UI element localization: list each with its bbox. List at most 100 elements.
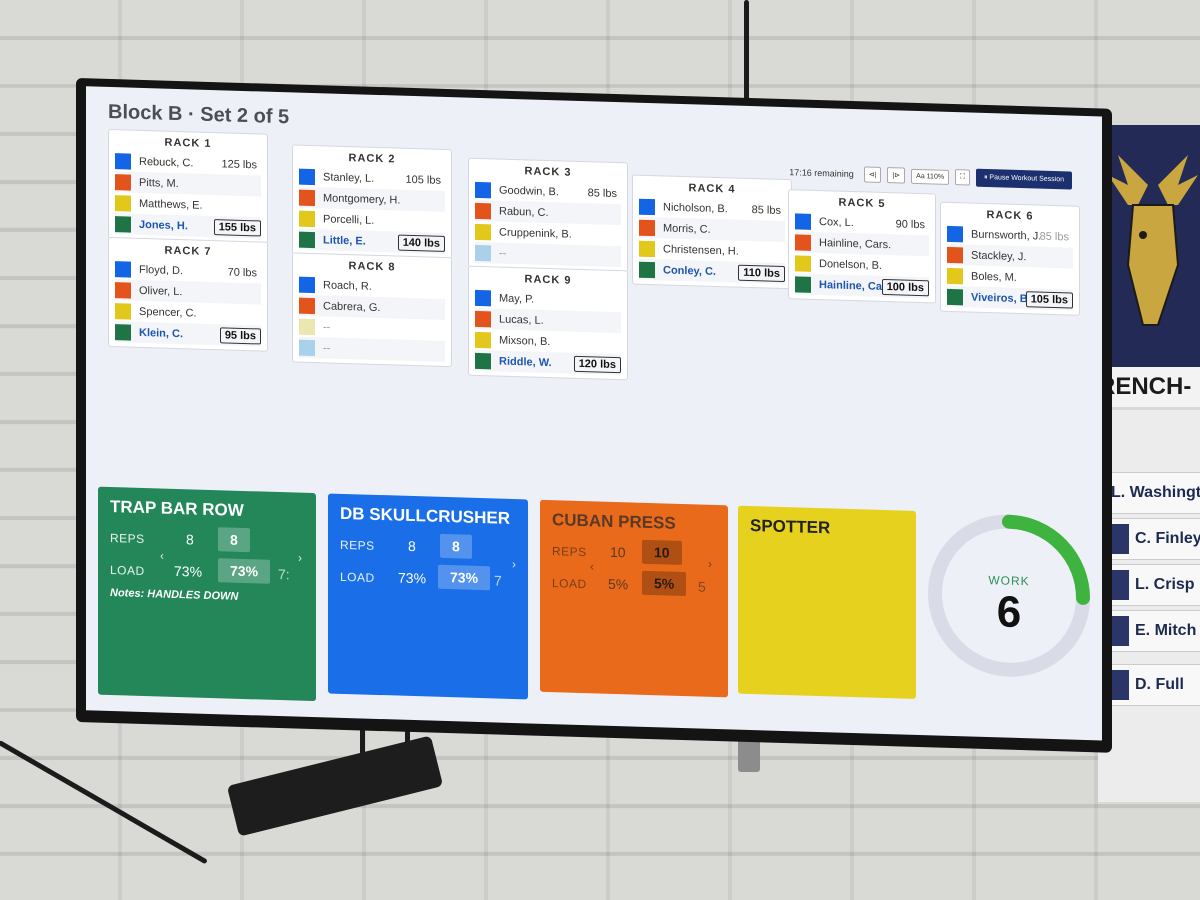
reps-current[interactable]: 8: [218, 527, 250, 553]
green-swatch: [639, 261, 655, 278]
reps-previous: 10: [610, 543, 626, 561]
reps-current[interactable]: 8: [440, 533, 472, 559]
exercise-name: TRAP BAR ROW: [110, 497, 244, 520]
member-name: Goodwin, B.: [499, 184, 559, 198]
green-swatch: [299, 231, 315, 248]
rack-weight: 105 lbs: [405, 173, 441, 187]
blue-swatch: [299, 168, 315, 185]
blue-swatch: [795, 212, 811, 230]
roster-name: L. Crisp: [1135, 576, 1195, 593]
rack-card: RACK 7 Floyd, D. 70 lbs Oliver, L. Spence…: [108, 236, 268, 352]
font-size-button[interactable]: Aa 110%: [911, 168, 950, 185]
rack-member-active: Little, E. 140 lbs: [299, 228, 445, 254]
rack-card: RACK 5 Cox, L. 90 lbs Hainline, Cars. Don…: [788, 189, 936, 304]
work-count: 6: [996, 587, 1022, 638]
member-name: Morris, C.: [663, 221, 711, 236]
chevron-right-icon[interactable]: ›: [298, 551, 302, 565]
reps-label: REPS: [110, 531, 145, 547]
member-name: --: [323, 341, 331, 355]
member-name: Stackley, J.: [971, 249, 1027, 263]
roster-item: E. Mitch: [1104, 610, 1200, 652]
exercise-card-trap-bar-row: TRAP BAR ROW REPS 8 8 LOAD 73% 73% 7: ‹ …: [98, 486, 316, 702]
fullscreen-button[interactable]: ⛶: [955, 169, 970, 186]
green-swatch: [795, 275, 811, 293]
green-swatch: [475, 352, 491, 369]
member-name: --: [323, 320, 331, 334]
yellow-swatch: [299, 210, 315, 227]
chevron-right-icon[interactable]: ›: [512, 557, 516, 571]
previous-button[interactable]: ⊲|: [863, 166, 882, 183]
time-remaining: 17:16 remaining: [789, 167, 854, 180]
load-previous: 5%: [608, 575, 629, 593]
yellow-swatch: [475, 223, 491, 240]
exercise-card-spotter: SPOTTER: [738, 505, 916, 699]
rack-member-empty: --: [475, 241, 621, 268]
member-name: Cruppenink, B.: [499, 226, 572, 241]
yellow-swatch: [795, 254, 811, 272]
session-controls: 17:16 remaining ⊲| |⊳ Aa 110% ⛶ ⏸ Pause …: [789, 163, 1072, 190]
next-button[interactable]: |⊳: [887, 167, 906, 184]
faint-yellow-swatch: [299, 318, 315, 335]
blue-swatch: [475, 289, 491, 306]
load-previous: 73%: [174, 562, 203, 580]
load-current[interactable]: 73%: [438, 564, 491, 591]
member-name: Lucas, L.: [499, 313, 544, 327]
rack-member-active: Klein, C. 95 lbs: [115, 321, 261, 347]
member-name: Roach, R.: [323, 278, 372, 293]
member-name: Christensen, H.: [663, 242, 739, 258]
orange-swatch: [795, 233, 811, 251]
rack-weight: 70 lbs: [227, 266, 257, 279]
wall-roster: L. Washington C. Finley L. Crisp E. Mitc…: [1098, 410, 1200, 802]
member-name: Donelson, B.: [819, 257, 882, 272]
member-name: Klein, C.: [139, 326, 184, 340]
rack-total: 100 lbs: [881, 278, 929, 296]
rack-card: RACK 2 Stanley, L. 105 lbs Montgomery, H.…: [292, 144, 452, 260]
member-name: --: [499, 247, 507, 260]
member-name: Rabun, C.: [499, 205, 549, 219]
rack-member-active: Jones, H. 155 lbs: [115, 213, 261, 239]
exercise-notes: Notes: HANDLES DOWN: [110, 587, 239, 603]
rack-weight: 85 lbs: [1039, 230, 1069, 243]
rack-member-active: Riddle, W. 120 lbs: [475, 349, 621, 376]
rack-card: RACK 8 Roach, R. Cabrera, G. -- --: [292, 252, 452, 368]
rack-card: RACK 1 Rebuck, C. 125 lbs Pitts, M. Matth…: [108, 128, 268, 244]
orange-swatch: [639, 219, 655, 236]
rack-weight: 85 lbs: [751, 203, 781, 217]
orange-swatch: [115, 173, 131, 191]
member-name: Cox, L.: [819, 215, 854, 229]
deer-mascot-icon: [1108, 155, 1198, 326]
rack-member-active: Hainline, Cart. 100 lbs: [795, 273, 929, 299]
rack-card: RACK 9 May, P. Lucas, L. Mixson, B. Ridd…: [468, 265, 628, 381]
member-name: Floyd, D.: [139, 263, 184, 277]
rack-total: 105 lbs: [1025, 290, 1073, 309]
member-name: Jones, H.: [139, 218, 188, 232]
rack-member-empty: --: [299, 336, 445, 362]
blue-swatch: [115, 260, 131, 278]
pause-workout-button[interactable]: ⏸ Pause Workout Session: [975, 168, 1072, 190]
chevron-left-icon[interactable]: ‹: [160, 548, 164, 562]
green-swatch: [115, 215, 131, 233]
exercise-name: CUBAN PRESS: [552, 510, 676, 533]
exercise-name: DB SKULLCRUSHER: [340, 503, 510, 528]
chevron-left-icon[interactable]: ‹: [590, 559, 594, 573]
member-name: Riddle, W.: [499, 355, 552, 369]
load-previous: 73%: [398, 569, 427, 587]
reps-current[interactable]: 10: [642, 539, 682, 565]
chevron-right-icon[interactable]: ›: [708, 557, 712, 571]
load-current[interactable]: 5%: [642, 570, 687, 597]
faint-blue-swatch: [299, 339, 315, 356]
reps-previous: 8: [408, 537, 416, 555]
load-next: 5: [698, 578, 706, 595]
load-current[interactable]: 73%: [218, 558, 271, 584]
blue-swatch: [947, 225, 963, 242]
member-name: Rebuck, C.: [139, 155, 194, 169]
rack-weight: 125 lbs: [221, 157, 257, 171]
green-swatch: [115, 323, 131, 341]
rack-member-active: Conley, C. 110 lbs: [639, 258, 785, 285]
rack-card: RACK 4 Nicholson, B. 85 lbs Morris, C. Ch…: [632, 174, 792, 290]
orange-swatch: [299, 189, 315, 206]
member-name: Cabrera, G.: [323, 299, 381, 314]
member-name: Hainline, Cars.: [819, 236, 892, 251]
load-label: LOAD: [552, 576, 587, 592]
rack-total: 95 lbs: [219, 326, 261, 344]
